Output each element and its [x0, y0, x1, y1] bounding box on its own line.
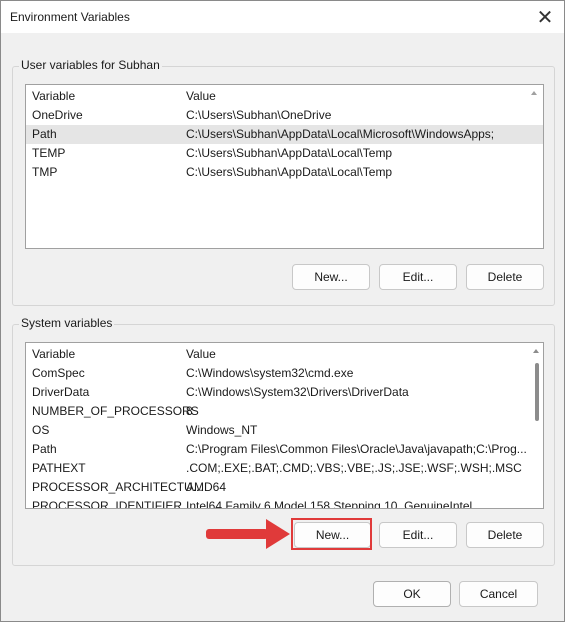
ok-button[interactable]: OK — [373, 581, 451, 607]
scroll-up-arrow[interactable] — [533, 349, 539, 353]
variable-value: C:\Users\Subhan\AppData\Local\Temp — [186, 146, 393, 160]
variable-value: C:\Windows\system32\cmd.exe — [186, 366, 354, 380]
cancel-button[interactable]: Cancel — [459, 581, 538, 607]
list-item[interactable]: OneDrive C:\Users\Subhan\OneDrive — [26, 106, 543, 125]
system-variables-list[interactable]: Variable Value ComSpec C:\Windows\system… — [25, 342, 544, 509]
column-header-variable[interactable]: Variable — [32, 345, 75, 364]
variable-name: PROCESSOR_IDENTIFIER — [32, 499, 183, 509]
system-variables-label: System variables — [19, 316, 115, 330]
variable-value: C:\Program Files\Common Files\Oracle\Jav… — [186, 442, 527, 456]
title-bar: Environment Variables ✕ — [1, 1, 564, 33]
list-item[interactable]: DriverData C:\Windows\System32\Drivers\D… — [26, 383, 543, 402]
list-header: Variable Value — [26, 87, 543, 106]
list-item[interactable]: PATHEXT .COM;.EXE;.BAT;.CMD;.VBS;.VBE;.J… — [26, 459, 543, 478]
variable-name: TMP — [32, 165, 58, 179]
variable-value: 8 — [186, 404, 193, 418]
close-icon: ✕ — [536, 6, 554, 29]
variable-value: C:\Windows\System32\Drivers\DriverData — [186, 385, 409, 399]
list-item[interactable]: PROCESSOR_IDENTIFIER Intel64 Family 6 Mo… — [26, 497, 543, 509]
vertical-scrollbar[interactable] — [529, 343, 543, 508]
variable-value: C:\Users\Subhan\AppData\Local\Microsoft\… — [186, 127, 495, 141]
variable-value: C:\Users\Subhan\AppData\Local\Temp — [186, 165, 393, 179]
user-edit-button[interactable]: Edit... — [379, 264, 457, 290]
list-item[interactable]: Path C:\Program Files\Common Files\Oracl… — [26, 440, 543, 459]
variable-name: PROCESSOR_ARCHITECTU... — [32, 480, 203, 494]
list-item[interactable]: ComSpec C:\Windows\system32\cmd.exe — [26, 364, 543, 383]
system-delete-button[interactable]: Delete — [466, 522, 544, 548]
variable-name: Path — [32, 442, 57, 456]
variable-value: C:\Users\Subhan\OneDrive — [186, 108, 332, 122]
list-item[interactable]: TEMP C:\Users\Subhan\AppData\Local\Temp — [26, 144, 543, 163]
scroll-thumb[interactable] — [535, 363, 539, 421]
user-new-button[interactable]: New... — [292, 264, 370, 290]
list-item[interactable]: NUMBER_OF_PROCESSORS 8 — [26, 402, 543, 421]
variable-name: OneDrive — [32, 108, 83, 122]
close-button[interactable]: ✕ — [530, 3, 560, 31]
variable-value: Intel64 Family 6 Model 158 Stepping 10, … — [186, 499, 473, 509]
column-header-value[interactable]: Value — [186, 345, 216, 364]
column-header-variable[interactable]: Variable — [32, 87, 75, 106]
list-header: Variable Value — [26, 345, 543, 364]
variable-name: OS — [32, 423, 50, 437]
variable-name: ComSpec — [32, 366, 85, 380]
list-item[interactable]: OS Windows_NT — [26, 421, 543, 440]
variable-value: .COM;.EXE;.BAT;.CMD;.VBS;.VBE;.JS;.JSE;.… — [186, 461, 522, 475]
list-item[interactable]: PROCESSOR_ARCHITECTU... AMD64 — [26, 478, 543, 497]
user-variables-label: User variables for Subhan — [19, 58, 162, 72]
variable-name: TEMP — [32, 146, 66, 160]
variable-name: PATHEXT — [32, 461, 86, 475]
annotation-arrow-shaft — [206, 529, 268, 539]
variable-name: NUMBER_OF_PROCESSORS — [32, 404, 199, 418]
variable-name: DriverData — [32, 385, 90, 399]
window-title: Environment Variables — [10, 10, 130, 24]
scroll-up-arrow[interactable] — [531, 91, 537, 95]
user-variables-group: User variables for Subhan Variable Value… — [12, 58, 555, 306]
column-header-value[interactable]: Value — [186, 87, 216, 106]
annotation-arrow-icon — [266, 519, 290, 549]
list-item-selected[interactable]: Path C:\Users\Subhan\AppData\Local\Micro… — [26, 125, 543, 144]
user-variables-list[interactable]: Variable Value OneDrive C:\Users\Subhan\… — [25, 84, 544, 249]
variable-value: AMD64 — [186, 480, 227, 494]
system-edit-button[interactable]: Edit... — [379, 522, 457, 548]
list-item[interactable]: TMP C:\Users\Subhan\AppData\Local\Temp — [26, 163, 543, 182]
system-new-button[interactable]: New... — [294, 522, 371, 548]
variable-name: Path — [32, 127, 57, 141]
user-delete-button[interactable]: Delete — [466, 264, 544, 290]
variable-value: Windows_NT — [186, 423, 258, 437]
